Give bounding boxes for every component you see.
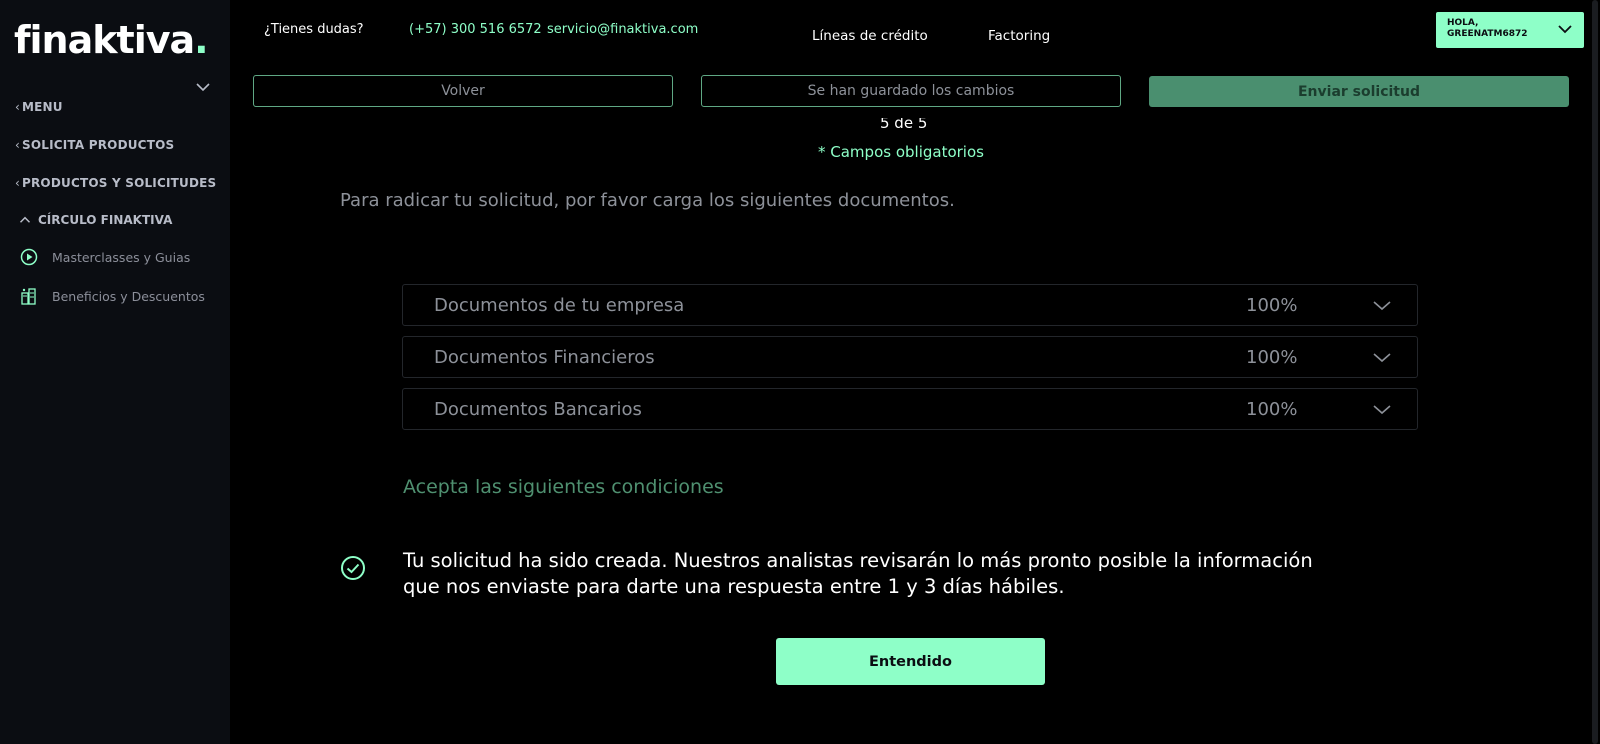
nav-factoring[interactable]: Factoring xyxy=(988,28,1050,44)
user-menu[interactable]: HOLA, GREENATM6872 xyxy=(1436,12,1584,48)
chevron-down-icon[interactable] xyxy=(196,82,210,92)
sidebar-item-solicita-productos[interactable]: ‹ SOLICITA PRODUCTOS xyxy=(15,138,174,152)
documents-financial-row[interactable]: Documentos Financieros 100% xyxy=(402,336,1418,378)
chevron-down-icon xyxy=(1373,301,1391,311)
chevron-down-icon xyxy=(1373,353,1391,363)
doc-section-progress: 100% xyxy=(1246,399,1298,420)
doc-section-progress: 100% xyxy=(1246,295,1298,316)
doc-section-label: Documentos de tu empresa xyxy=(434,295,685,316)
email-link[interactable]: servicio@finaktiva.com xyxy=(547,22,698,37)
conditions-heading: Acepta las siguientes condiciones xyxy=(403,476,724,498)
chevron-up-icon xyxy=(19,216,31,223)
required-fields-note: * Campos obligatorios xyxy=(818,143,984,161)
saved-status-button[interactable]: Se han guardado los cambios xyxy=(701,75,1121,107)
sidebar-item-circulo-finaktiva[interactable]: CÍRCULO FINAKTIVA xyxy=(18,213,172,227)
play-circle-icon xyxy=(20,248,38,266)
send-request-button[interactable]: Enviar solicitud xyxy=(1149,76,1569,107)
phone-link[interactable]: (+57) 300 516 6572 xyxy=(409,22,542,37)
back-button[interactable]: Volver xyxy=(253,75,673,107)
sidebar-item-menu[interactable]: ‹ MENU xyxy=(15,100,63,114)
documents-company-row[interactable]: Documentos de tu empresa 100% xyxy=(402,284,1418,326)
success-message: Tu solicitud ha sido creada. Nuestros an… xyxy=(403,549,1313,598)
scrollbar[interactable] xyxy=(1590,0,1600,744)
building-percent-icon xyxy=(21,288,36,305)
help-question: ¿Tienes dudas? xyxy=(264,22,364,37)
step-indicator: 5 de 5 xyxy=(880,118,928,132)
chevron-down-icon xyxy=(1373,405,1391,415)
understood-button[interactable]: Entendido xyxy=(776,638,1045,685)
chevron-left-icon: ‹ xyxy=(15,138,20,152)
check-circle-icon xyxy=(341,556,365,580)
sidebar-item-beneficios[interactable]: Beneficios y Descuentos xyxy=(20,287,205,305)
documents-bank-row[interactable]: Documentos Bancarios 100% xyxy=(402,388,1418,430)
chevron-down-icon xyxy=(1558,25,1572,34)
doc-section-progress: 100% xyxy=(1246,347,1298,368)
upload-instructions: Para radicar tu solicitud, por favor car… xyxy=(340,190,955,211)
sidebar: finaktiva. ‹ MENU ‹ SOLICITA PRODUCTOS ‹ PR… xyxy=(0,0,230,744)
doc-section-label: Documentos Financieros xyxy=(434,347,655,368)
chevron-left-icon: ‹ xyxy=(15,176,20,190)
chevron-left-icon: ‹ xyxy=(15,100,20,114)
finaktiva-logo[interactable]: finaktiva. xyxy=(14,18,209,62)
scrollbar-thumb[interactable] xyxy=(1592,0,1598,744)
sidebar-item-productos-solicitudes[interactable]: ‹ PRODUCTOS Y SOLICITUDES xyxy=(15,176,216,190)
sidebar-item-masterclasses[interactable]: Masterclasses y Guias xyxy=(20,248,190,266)
doc-section-label: Documentos Bancarios xyxy=(434,399,642,420)
nav-lineas-credito[interactable]: Líneas de crédito xyxy=(812,28,928,44)
